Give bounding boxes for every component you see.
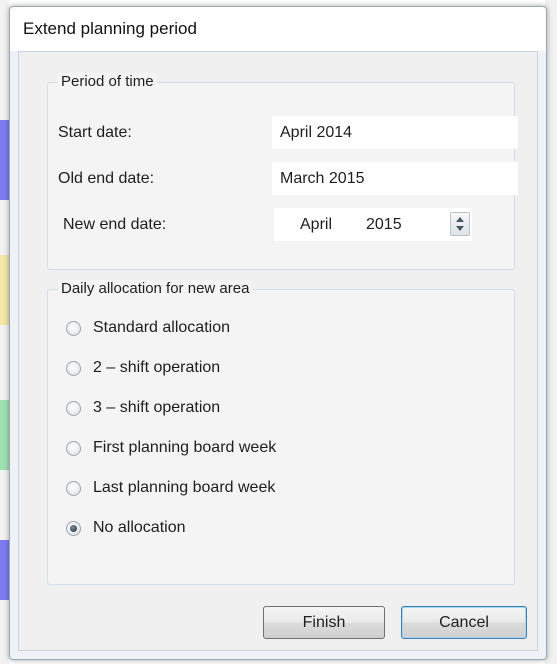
new-end-date-label: New end date: <box>63 216 167 233</box>
background-bar-blue-2 <box>0 540 9 600</box>
cancel-button[interactable]: Cancel <box>401 606 527 639</box>
finish-button[interactable]: Finish <box>263 606 385 639</box>
old-end-date-field[interactable]: March 2015 <box>272 162 518 195</box>
background-bar-blue <box>0 120 9 200</box>
dialog-titlebar[interactable]: Extend planning period <box>10 7 546 51</box>
new-end-year[interactable]: 2015 <box>366 208 402 241</box>
background-bar-yellow <box>0 255 9 325</box>
radio-button-icon[interactable] <box>66 440 81 456</box>
old-end-date-label: Old end date: <box>58 170 155 187</box>
radio-3-shift-operation[interactable]: 3 – shift operation <box>66 396 220 420</box>
background-bar-green <box>0 400 9 470</box>
radio-no-allocation[interactable]: No allocation <box>66 516 186 540</box>
radio-last-planning-board-week[interactable]: Last planning board week <box>66 476 275 500</box>
radio-standard-allocation[interactable]: Standard allocation <box>66 316 230 340</box>
spin-down-icon[interactable] <box>456 226 464 231</box>
radio-button-icon[interactable] <box>66 480 81 496</box>
new-end-date-picker[interactable]: April 2015 <box>274 208 472 241</box>
extend-planning-period-dialog: Extend planning period Period of time St… <box>9 6 547 660</box>
start-date-label: Start date: <box>58 124 132 141</box>
daily-allocation-group: Daily allocation for new area Standard a… <box>47 280 515 585</box>
radio-button-selected-icon[interactable] <box>66 520 81 536</box>
dialog-title: Extend planning period <box>23 19 197 38</box>
spin-up-icon[interactable] <box>456 217 464 222</box>
radio-2-shift-operation[interactable]: 2 – shift operation <box>66 356 220 380</box>
new-end-month[interactable]: April <box>300 208 332 241</box>
start-date-field[interactable]: April 2014 <box>272 116 518 149</box>
period-of-time-group: Period of time Start date: April 2014 Ol… <box>47 73 518 270</box>
daily-allocation-legend: Daily allocation for new area <box>58 280 253 297</box>
period-of-time-legend: Period of time <box>58 73 157 90</box>
radio-button-icon[interactable] <box>66 360 81 376</box>
radio-button-icon[interactable] <box>66 400 81 416</box>
dialog-client-area: Period of time Start date: April 2014 Ol… <box>18 51 538 651</box>
radio-first-planning-board-week[interactable]: First planning board week <box>66 436 276 460</box>
radio-button-icon[interactable] <box>66 320 81 336</box>
date-spin-buttons[interactable] <box>450 212 470 236</box>
